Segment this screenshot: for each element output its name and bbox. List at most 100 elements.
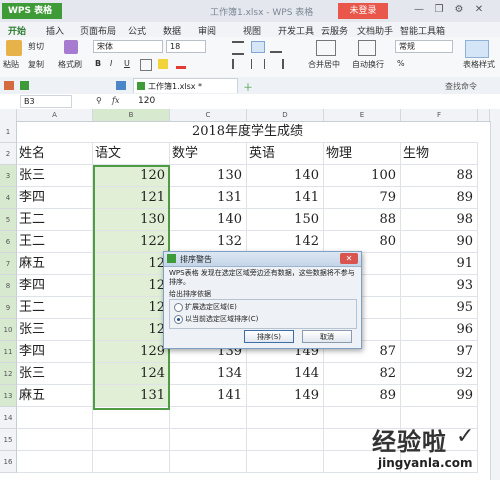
tab-home[interactable]: 开始 bbox=[8, 24, 26, 37]
empty-cell[interactable] bbox=[93, 451, 170, 473]
table-cell[interactable]: 150 bbox=[247, 209, 324, 231]
row-header[interactable]: 3 bbox=[0, 165, 17, 187]
table-cell[interactable]: 王二 bbox=[17, 231, 93, 253]
border-icon[interactable] bbox=[140, 59, 152, 71]
table-cell[interactable]: 98 bbox=[401, 209, 478, 231]
table-cell[interactable]: 90 bbox=[401, 231, 478, 253]
wps-menu-button[interactable]: WPS 表格 bbox=[2, 3, 62, 19]
bold-button[interactable]: B bbox=[95, 59, 101, 68]
empty-cell[interactable] bbox=[170, 429, 247, 451]
table-cell[interactable]: 142 bbox=[247, 231, 324, 253]
table-cell[interactable]: 麻五 bbox=[17, 253, 93, 275]
table-cell[interactable]: 89 bbox=[324, 385, 401, 407]
row-header[interactable]: 7 bbox=[0, 253, 17, 275]
align-top-icon[interactable] bbox=[232, 41, 244, 55]
row-header[interactable]: 4 bbox=[0, 187, 17, 209]
file-tab[interactable]: 工作簿1.xlsx * bbox=[133, 78, 238, 93]
wrap-text-button[interactable]: 自动换行 bbox=[352, 59, 384, 70]
row-header[interactable]: 6 bbox=[0, 231, 17, 253]
empty-cell[interactable] bbox=[17, 429, 93, 451]
empty-cell[interactable] bbox=[247, 429, 324, 451]
table-cell[interactable]: 93 bbox=[401, 275, 478, 297]
copy-button[interactable]: 复制 bbox=[28, 59, 44, 70]
number-format-select[interactable]: 常规 bbox=[395, 40, 453, 53]
format-painter-button[interactable]: 格式刷 bbox=[58, 59, 82, 70]
table-cell[interactable]: 麻五 bbox=[17, 385, 93, 407]
table-cell[interactable]: 140 bbox=[170, 209, 247, 231]
table-cell[interactable]: 144 bbox=[247, 363, 324, 385]
close-icon[interactable]: ✕ bbox=[472, 3, 486, 17]
tab-formulas[interactable]: 公式 bbox=[128, 24, 146, 37]
table-cell[interactable]: 姓名 bbox=[17, 143, 93, 165]
tab-data[interactable]: 数据 bbox=[163, 24, 181, 37]
table-cell[interactable]: 120 bbox=[93, 165, 170, 187]
empty-cell[interactable] bbox=[247, 407, 324, 429]
minimize-icon[interactable]: — bbox=[412, 3, 426, 17]
radio-expand[interactable] bbox=[174, 303, 183, 312]
save-icon[interactable] bbox=[20, 81, 29, 90]
align-left-icon[interactable] bbox=[232, 59, 246, 69]
sheet-title[interactable]: 2018年度学生成绩 bbox=[17, 121, 478, 143]
table-cell[interactable]: 99 bbox=[401, 385, 478, 407]
row-header[interactable]: 10 bbox=[0, 319, 17, 341]
row-header[interactable]: 1 bbox=[0, 121, 17, 143]
tab-review[interactable]: 审阅 bbox=[198, 24, 216, 37]
align-center-icon[interactable] bbox=[251, 59, 265, 69]
table-cell[interactable]: 141 bbox=[170, 385, 247, 407]
zoom-icon[interactable]: ⚲ bbox=[96, 96, 102, 105]
dialog-title-bar[interactable]: 排序警告 ✕ bbox=[164, 252, 361, 267]
format-painter-icon[interactable] bbox=[64, 40, 78, 54]
cancel-button[interactable]: 取消 bbox=[302, 330, 352, 343]
row-header[interactable]: 5 bbox=[0, 209, 17, 231]
column-header[interactable]: E bbox=[324, 109, 401, 121]
table-cell[interactable]: 李四 bbox=[17, 187, 93, 209]
paste-icon[interactable] bbox=[6, 40, 22, 56]
option-current-label[interactable]: 以当前选定区域排序(C) bbox=[185, 314, 258, 324]
table-cell[interactable]: 82 bbox=[324, 363, 401, 385]
table-style-button[interactable]: 表格样式 bbox=[463, 59, 495, 70]
column-header[interactable]: D bbox=[247, 109, 324, 121]
table-cell[interactable]: 79 bbox=[324, 187, 401, 209]
fx-button[interactable]: fx bbox=[112, 96, 119, 105]
row-header[interactable]: 16 bbox=[0, 451, 17, 473]
tab-smart-tools[interactable]: 智能工具箱 bbox=[400, 24, 445, 37]
sheet-nav-icon[interactable] bbox=[116, 81, 126, 90]
merge-center-button[interactable]: 合并居中 bbox=[308, 59, 340, 70]
paste-label[interactable]: 粘贴 bbox=[3, 59, 19, 70]
table-cell[interactable]: 122 bbox=[93, 231, 170, 253]
wrap-text-icon[interactable] bbox=[358, 40, 376, 56]
table-cell[interactable]: 张三 bbox=[17, 319, 93, 341]
sort-button[interactable]: 排序(S) bbox=[244, 330, 294, 343]
column-header[interactable]: F bbox=[401, 109, 478, 121]
select-all-corner[interactable] bbox=[0, 109, 17, 121]
font-name-select[interactable]: 宋体 bbox=[93, 40, 163, 53]
table-cell[interactable]: 物理 bbox=[324, 143, 401, 165]
percent-button[interactable]: % bbox=[397, 59, 405, 68]
login-button[interactable]: 未登录 bbox=[338, 3, 388, 19]
table-cell[interactable]: 88 bbox=[324, 209, 401, 231]
align-middle-icon[interactable] bbox=[251, 41, 265, 53]
table-cell[interactable]: 生物 bbox=[401, 143, 478, 165]
table-cell[interactable]: 91 bbox=[401, 253, 478, 275]
align-bottom-icon[interactable] bbox=[270, 41, 282, 53]
table-cell[interactable]: 张三 bbox=[17, 363, 93, 385]
underline-button[interactable]: U bbox=[124, 59, 130, 68]
table-cell[interactable]: 100 bbox=[324, 165, 401, 187]
formula-input[interactable]: 120 bbox=[132, 95, 492, 108]
empty-cell[interactable] bbox=[170, 451, 247, 473]
quick-access-icon[interactable] bbox=[4, 81, 14, 90]
empty-cell[interactable] bbox=[17, 407, 93, 429]
table-cell[interactable]: 王二 bbox=[17, 297, 93, 319]
column-header[interactable]: A bbox=[17, 109, 93, 121]
align-right-icon[interactable] bbox=[270, 59, 284, 69]
table-cell[interactable]: 英语 bbox=[247, 143, 324, 165]
row-header[interactable]: 2 bbox=[0, 143, 17, 165]
cut-button[interactable]: 剪切 bbox=[28, 41, 44, 52]
vertical-scrollbar[interactable] bbox=[490, 121, 500, 480]
table-cell[interactable]: 132 bbox=[170, 231, 247, 253]
table-style-icon[interactable] bbox=[465, 40, 489, 58]
table-cell[interactable]: 12 bbox=[93, 297, 170, 319]
fill-color-icon[interactable] bbox=[158, 59, 168, 69]
table-cell[interactable]: 王二 bbox=[17, 209, 93, 231]
font-color-icon[interactable] bbox=[176, 58, 186, 69]
